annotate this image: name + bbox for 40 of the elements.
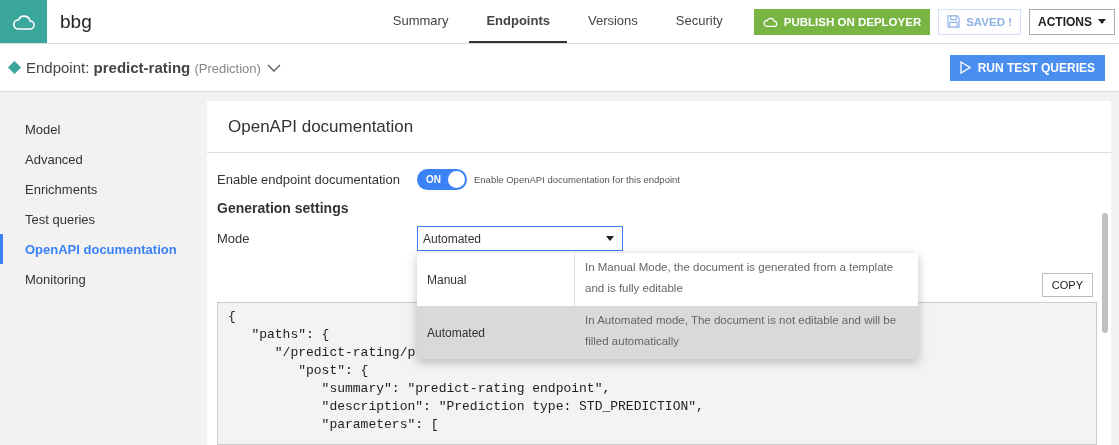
section-heading: Generation settings: [217, 200, 350, 216]
panel-title: OpenAPI documentation: [207, 101, 1111, 153]
sidebar-item[interactable]: Monitoring: [0, 264, 207, 294]
nav-tab[interactable]: Security: [658, 0, 740, 43]
sidebar-item[interactable]: Model: [0, 114, 207, 144]
code-line: "summary": "predict-rating endpoint",: [320, 380, 611, 398]
copy-button[interactable]: COPY: [1041, 273, 1093, 297]
toggle-hint: Enable OpenAPI documentation for this endpoint: [474, 174, 680, 185]
play-icon: [959, 61, 971, 74]
toggle-switch[interactable]: ON: [417, 169, 467, 190]
code-line: "/predict-rating/p: [273, 344, 416, 362]
caret-icon: [606, 236, 614, 241]
sidebar-item[interactable]: Advanced: [0, 144, 207, 174]
code-line: {: [228, 308, 236, 326]
field-label: Enable endpoint documentation: [217, 172, 401, 187]
cloud-icon: [762, 16, 778, 27]
endpoint-title: Endpoint: predict-rating (Prediction): [26, 59, 261, 76]
dropdown-option[interactable]: Automated In Automated mode, The document is not editable and will be filled automatically: [417, 306, 918, 359]
caret-icon: [1098, 19, 1106, 24]
code-line: "description": "Prediction type: STD_PREDICTION",: [320, 398, 704, 416]
code-line: "parameters": [: [320, 416, 439, 434]
sidebar-item[interactable]: Test queries: [0, 204, 207, 234]
code-line: "paths": {: [250, 326, 330, 344]
diamond-icon: [8, 61, 21, 74]
sidebar-item[interactable]: Enrichments: [0, 174, 207, 204]
nav-tab[interactable]: Versions: [570, 0, 655, 43]
chevron-down-icon[interactable]: [266, 63, 281, 72]
actions-button[interactable]: ACTIONS: [1029, 8, 1115, 35]
code-line: "post": {: [297, 362, 369, 380]
nav-tab[interactable]: Summary: [375, 0, 466, 43]
mode-select[interactable]: Automated: [417, 226, 623, 251]
nav-tab[interactable]: Endpoints: [469, 0, 567, 43]
project-name: bbg: [59, 9, 93, 34]
option-description: In Automated mode, The document is not editable and will be filled automatically: [584, 313, 898, 349]
option-description: In Manual Mode, the document is generated from a template and is fully editable: [584, 260, 895, 296]
cloud-icon: [11, 13, 36, 30]
field-label: Mode: [217, 231, 251, 246]
dropdown-option[interactable]: Manual In Manual Mode, the document is generated from a template and is fully editable: [417, 253, 918, 306]
logo-tile[interactable]: [0, 0, 47, 43]
scrollbar[interactable]: [1102, 213, 1108, 333]
